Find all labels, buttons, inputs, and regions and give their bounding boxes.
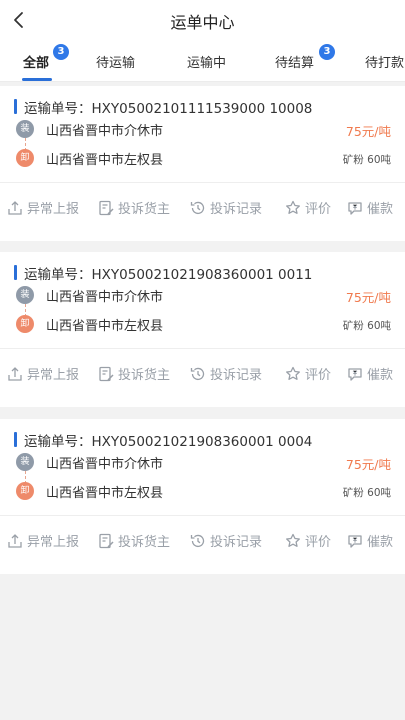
upload-icon bbox=[6, 199, 27, 217]
destination-city: 山西省晋中市左权县 bbox=[46, 486, 164, 501]
order-number-label: 运输单号： bbox=[24, 434, 92, 450]
freight-price: 75元/吨 bbox=[345, 457, 391, 472]
action-upload-button[interactable]: 异常上报 bbox=[6, 364, 79, 383]
top-bar: 运单中心 bbox=[0, 0, 405, 40]
freight-price: 75元/吨 bbox=[345, 290, 391, 305]
destination-city: 山西省晋中市左权县 bbox=[46, 153, 164, 168]
order-card[interactable]: 运输单号：HXY050021021908360001 0004 装 卸 山西省晋… bbox=[0, 419, 405, 574]
freight-price: 75元/吨 bbox=[345, 124, 391, 139]
action-review-button[interactable]: 评价 bbox=[284, 198, 331, 217]
destination-city: 山西省晋中市左权县 bbox=[46, 319, 164, 334]
upload-icon bbox=[6, 532, 27, 550]
cargo-info: 矿粉 60吨 bbox=[342, 320, 391, 332]
action-label: 评价 bbox=[305, 535, 332, 550]
yuan-bubble-icon bbox=[346, 532, 367, 550]
history-icon bbox=[189, 199, 210, 217]
action-label: 异常上报 bbox=[27, 535, 80, 550]
order-number-value: HXY050021021908360001 0004 bbox=[91, 434, 313, 450]
order-number: 运输单号：HXY050021021908360001 0004 bbox=[24, 430, 312, 450]
order-card[interactable]: 运输单号：HXY05002101111539000 10008 装 卸 山西省晋… bbox=[0, 86, 405, 241]
action-label: 投诉记录 bbox=[210, 368, 263, 383]
action-yuan-bubble-button[interactable]: 催款 bbox=[346, 364, 393, 383]
order-number-value: HXY05002101111539000 10008 bbox=[91, 101, 313, 117]
load-tag: 装 bbox=[16, 453, 34, 471]
unload-tag: 卸 bbox=[16, 149, 34, 167]
order-number: 运输单号：HXY050021021908360001 0011 bbox=[24, 263, 312, 283]
action-yuan-bubble-button[interactable]: 催款 bbox=[346, 198, 393, 217]
order-accent-bar bbox=[14, 265, 17, 280]
action-label: 异常上报 bbox=[27, 368, 80, 383]
unload-tag: 卸 bbox=[16, 482, 34, 500]
history-icon bbox=[189, 532, 210, 550]
page-title: 运单中心 bbox=[170, 13, 235, 32]
cargo-info: 矿粉 60吨 bbox=[342, 154, 391, 166]
tab-pending-transport[interactable]: 待运输 bbox=[96, 52, 135, 71]
action-label: 评价 bbox=[305, 202, 332, 217]
action-upload-button[interactable]: 异常上报 bbox=[6, 198, 79, 217]
review-icon bbox=[284, 365, 305, 383]
card-divider bbox=[0, 515, 405, 516]
tab-bar: 全部 3 待运输 运输中 待结算 3 待打款 bbox=[0, 40, 405, 82]
action-upload-button[interactable]: 异常上报 bbox=[6, 531, 79, 550]
action-yuan-bubble-button[interactable]: 催款 bbox=[346, 531, 393, 550]
action-history-button[interactable]: 投诉记录 bbox=[189, 198, 262, 217]
yuan-bubble-icon bbox=[346, 365, 367, 383]
origin-city: 山西省晋中市介休市 bbox=[46, 457, 164, 472]
card-divider bbox=[0, 182, 405, 183]
order-accent-bar bbox=[14, 432, 17, 447]
origin-city: 山西省晋中市介休市 bbox=[46, 290, 164, 305]
action-label: 投诉货主 bbox=[118, 535, 171, 550]
edit-doc-icon bbox=[97, 532, 118, 550]
action-label: 投诉记录 bbox=[210, 535, 263, 550]
tab-pending-settlement[interactable]: 待结算 bbox=[275, 52, 314, 71]
action-label: 投诉记录 bbox=[210, 202, 263, 217]
review-icon bbox=[284, 532, 305, 550]
order-number-label: 运输单号： bbox=[24, 101, 92, 117]
action-label: 催款 bbox=[367, 535, 394, 550]
action-label: 投诉货主 bbox=[118, 202, 171, 217]
edit-doc-icon bbox=[97, 199, 118, 217]
order-accent-bar bbox=[14, 99, 17, 114]
upload-icon bbox=[6, 365, 27, 383]
order-number-value: HXY050021021908360001 0011 bbox=[91, 267, 313, 283]
action-review-button[interactable]: 评价 bbox=[284, 531, 331, 550]
action-label: 评价 bbox=[305, 368, 332, 383]
action-review-button[interactable]: 评价 bbox=[284, 364, 331, 383]
action-edit-doc-button[interactable]: 投诉货主 bbox=[97, 531, 170, 550]
cargo-info: 矿粉 60吨 bbox=[342, 487, 391, 499]
edit-doc-icon bbox=[97, 365, 118, 383]
unload-tag: 卸 bbox=[16, 315, 34, 333]
order-number: 运输单号：HXY05002101111539000 10008 bbox=[24, 97, 312, 117]
card-divider bbox=[0, 348, 405, 349]
tab-pending-payment[interactable]: 待打款 bbox=[365, 52, 404, 71]
action-label: 异常上报 bbox=[27, 202, 80, 217]
action-edit-doc-button[interactable]: 投诉货主 bbox=[97, 198, 170, 217]
yuan-bubble-icon bbox=[346, 199, 367, 217]
action-label: 催款 bbox=[367, 368, 394, 383]
tab-all-badge: 3 bbox=[53, 44, 69, 60]
load-tag: 装 bbox=[16, 286, 34, 304]
action-history-button[interactable]: 投诉记录 bbox=[189, 531, 262, 550]
tab-pending-settlement-badge: 3 bbox=[319, 44, 335, 60]
tab-in-transit[interactable]: 运输中 bbox=[187, 52, 226, 71]
action-history-button[interactable]: 投诉记录 bbox=[189, 364, 262, 383]
load-tag: 装 bbox=[16, 120, 34, 138]
action-label: 催款 bbox=[367, 202, 394, 217]
order-card[interactable]: 运输单号：HXY050021021908360001 0011 装 卸 山西省晋… bbox=[0, 252, 405, 407]
review-icon bbox=[284, 199, 305, 217]
order-number-label: 运输单号： bbox=[24, 267, 92, 283]
origin-city: 山西省晋中市介休市 bbox=[46, 124, 164, 139]
tab-all[interactable]: 全部 bbox=[23, 52, 49, 71]
active-tab-indicator bbox=[22, 78, 52, 81]
action-label: 投诉货主 bbox=[118, 368, 171, 383]
action-edit-doc-button[interactable]: 投诉货主 bbox=[97, 364, 170, 383]
history-icon bbox=[189, 365, 210, 383]
